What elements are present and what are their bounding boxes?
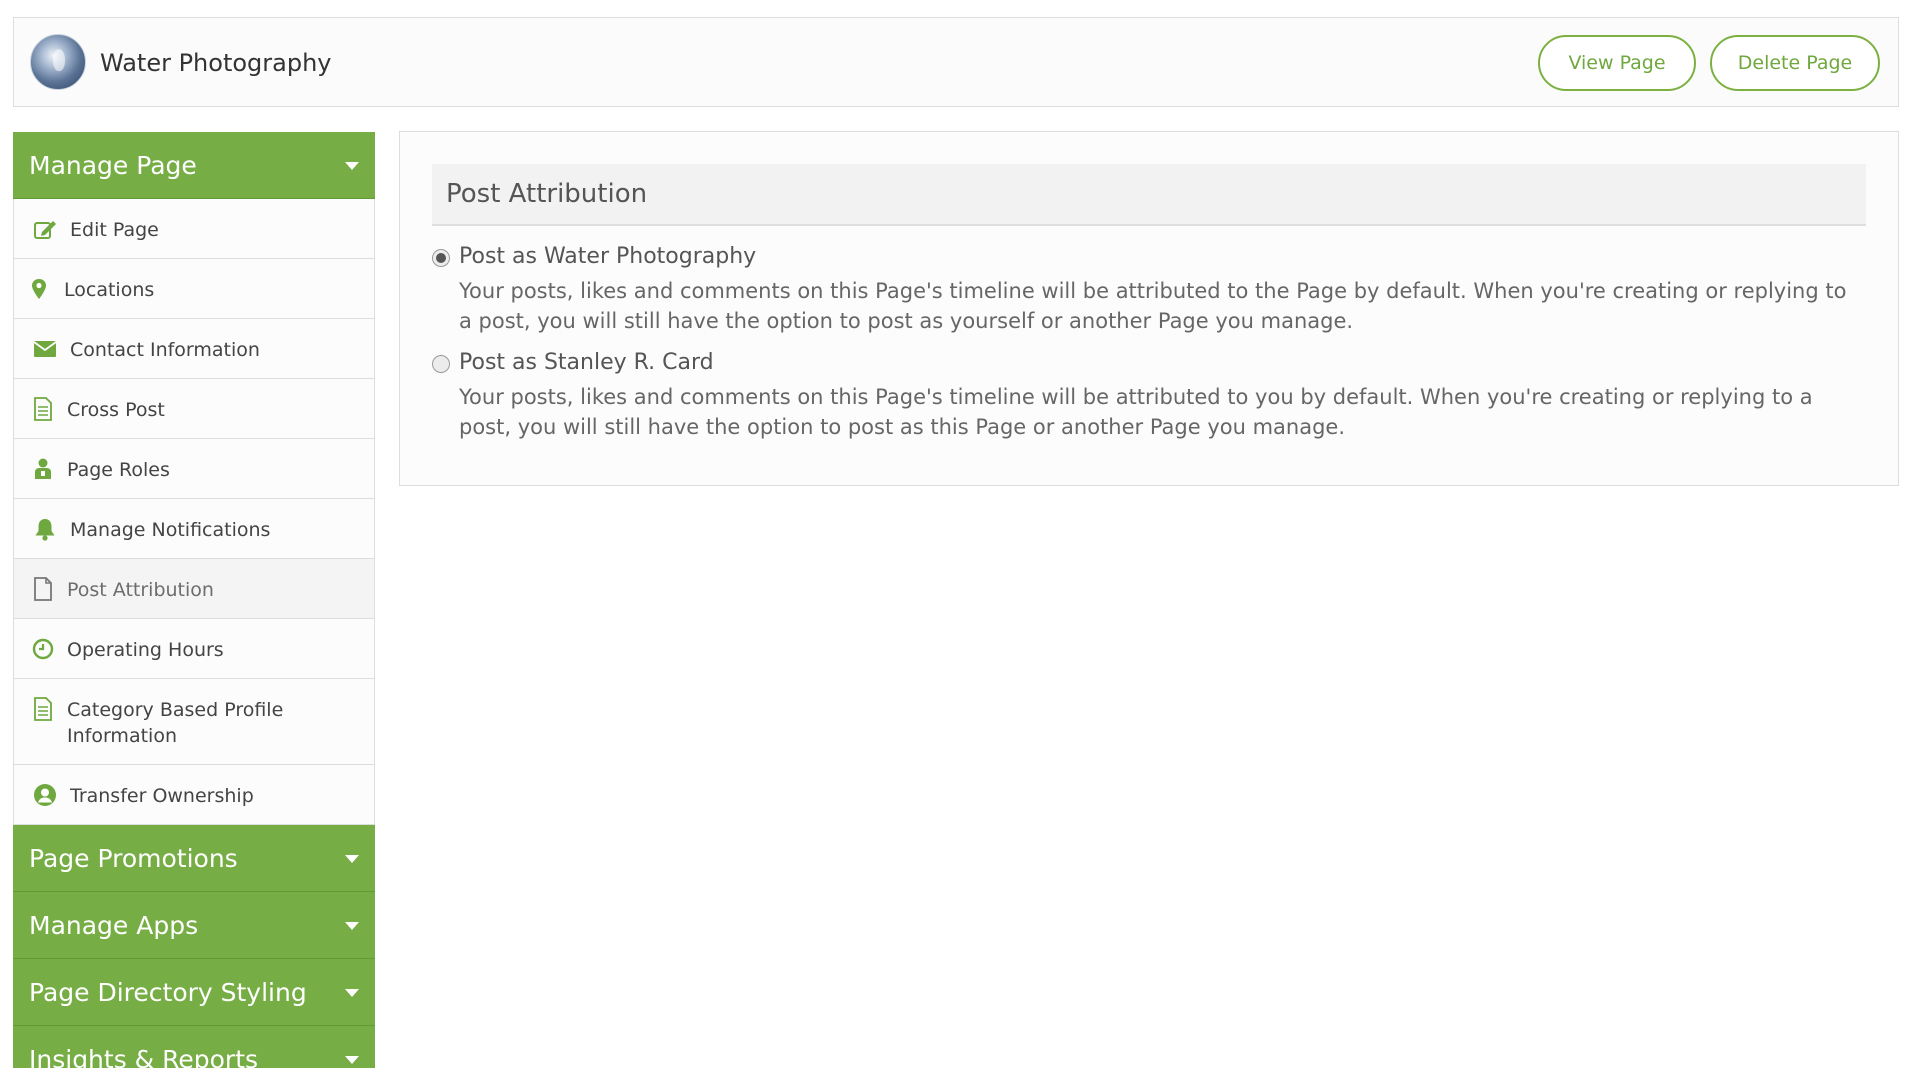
bell-icon xyxy=(32,517,58,541)
caret-down-icon xyxy=(345,922,359,930)
section-label: Manage Apps xyxy=(29,911,199,940)
sidebar-item-label: Category Based Profile Information xyxy=(67,699,284,747)
sidebar-item-page-roles[interactable]: Page Roles xyxy=(14,439,374,499)
sidebar-item-locations[interactable]: Locations xyxy=(14,259,374,319)
page-name[interactable]: Water Photography xyxy=(100,49,332,77)
sidebar-item-label: Post Attribution xyxy=(67,579,214,601)
sidebar-item-label: Cross Post xyxy=(67,399,165,421)
sidebar-item-manage-notifications[interactable]: Manage Notifications xyxy=(14,499,374,559)
option-description: Your posts, likes and comments on this P… xyxy=(459,279,1847,333)
manage-page-section[interactable]: Manage Page xyxy=(13,132,375,199)
page-promotions-section[interactable]: Page Promotions xyxy=(13,825,375,892)
clock-icon xyxy=(30,637,56,661)
sidebar-item-post-attribution[interactable]: Post Attribution xyxy=(14,559,374,619)
page-directory-styling-section[interactable]: Page Directory Styling xyxy=(13,959,375,1026)
sidebar-item-category-based-profile-information[interactable]: Category Based Profile Information xyxy=(14,679,374,765)
map-pin-icon xyxy=(26,277,52,301)
post-as-user-radio[interactable] xyxy=(432,355,450,373)
sidebar-item-label: Transfer Ownership xyxy=(70,785,254,807)
option-title[interactable]: Post as Stanley R. Card xyxy=(459,350,714,375)
option-title[interactable]: Post as Water Photography xyxy=(459,244,756,269)
document-icon xyxy=(30,397,56,421)
user-roles-icon xyxy=(30,457,56,481)
sidebar-item-label: Locations xyxy=(64,279,155,301)
manage-page-menu: Edit Page Locations Contact Information … xyxy=(13,199,375,825)
sidebar-item-operating-hours[interactable]: Operating Hours xyxy=(14,619,374,679)
post-attribution-panel: Post Attribution Post as Water Photograp… xyxy=(399,131,1899,486)
sidebar-item-label: Contact Information xyxy=(70,339,260,361)
page-header: Water Photography View Page Delete Page xyxy=(13,17,1899,107)
sidebar-item-edit-page[interactable]: Edit Page xyxy=(14,199,374,259)
sidebar-item-label: Operating Hours xyxy=(67,639,224,661)
file-icon xyxy=(30,577,56,601)
post-as-page-radio[interactable] xyxy=(432,249,450,267)
caret-down-icon xyxy=(345,855,359,863)
sidebar: Manage Page Edit Page Locations Contact … xyxy=(13,132,375,1068)
caret-down-icon xyxy=(345,162,359,170)
sidebar-item-label: Edit Page xyxy=(70,219,159,241)
sidebar-item-label: Page Roles xyxy=(67,459,170,481)
section-label: Insights & Reports xyxy=(29,1045,259,1068)
envelope-icon xyxy=(32,337,58,361)
page-avatar[interactable] xyxy=(30,34,86,90)
panel-title: Post Attribution xyxy=(432,164,1866,226)
user-circle-icon xyxy=(32,783,58,807)
sidebar-item-contact-information[interactable]: Contact Information xyxy=(14,319,374,379)
caret-down-icon xyxy=(345,1056,359,1064)
section-label: Manage Page xyxy=(29,151,197,180)
sidebar-item-cross-post[interactable]: Cross Post xyxy=(14,379,374,439)
option-description: Your posts, likes and comments on this P… xyxy=(459,385,1813,439)
sidebar-item-transfer-ownership[interactable]: Transfer Ownership xyxy=(14,765,374,825)
document-icon xyxy=(30,697,56,721)
manage-apps-section[interactable]: Manage Apps xyxy=(13,892,375,959)
edit-icon xyxy=(32,217,58,241)
caret-down-icon xyxy=(345,989,359,997)
view-page-button[interactable]: View Page xyxy=(1538,35,1696,91)
sidebar-item-label: Manage Notifications xyxy=(70,519,271,541)
section-label: Page Directory Styling xyxy=(29,978,307,1007)
insights-reports-section[interactable]: Insights & Reports xyxy=(13,1026,375,1068)
delete-page-button[interactable]: Delete Page xyxy=(1710,35,1880,91)
section-label: Page Promotions xyxy=(29,844,238,873)
